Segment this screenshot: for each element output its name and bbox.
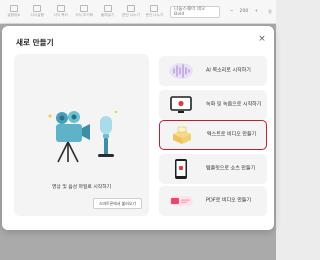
toolbar-item[interactable]: 서식 초기화	[74, 2, 93, 22]
toolbar-item[interactable]: 실행취소	[4, 2, 23, 22]
media-file-label: 영상 및 음성 파일로 시작하기	[51, 185, 112, 190]
font-select[interactable]: 나눔스퀘어 네오 Bold	[170, 5, 220, 18]
undo-icon	[9, 5, 18, 12]
option-label: 텍스트로 비디오 만들기	[207, 131, 257, 138]
option-record[interactable]: 녹화 및 녹음으로 시작하기	[159, 90, 267, 120]
paste-icon	[103, 5, 112, 12]
option-label: 녹화 및 녹음으로 시작하기	[206, 101, 262, 108]
phone-template-icon	[167, 157, 195, 181]
monitor-record-icon	[167, 93, 195, 117]
toolbar-item[interactable]: 서식 복사	[51, 2, 70, 22]
option-ai-voice[interactable]: AI 목소리로 시작하기	[159, 56, 267, 86]
dialog-title: 새로 만들기	[16, 38, 54, 47]
toolbar-item[interactable]: 문단 나누기	[121, 2, 140, 22]
close-icon: ×	[258, 34, 266, 44]
option-label: 템플릿으로 쇼츠 만들기	[206, 165, 256, 172]
import-from-phone-button[interactable]: 스마트폰에서 불러오기	[92, 198, 142, 209]
paint-icon	[80, 5, 89, 12]
option-label: PDF로 비디오 만들기	[206, 197, 252, 204]
pdf-icon	[167, 189, 195, 213]
editor-toolbar: 실행취소 다시실행 서식 복사 서식 초기화 붙여넣기 문단 나누기 문단 나누…	[0, 0, 276, 24]
voice-wave-icon	[167, 59, 195, 83]
toolbar-item[interactable]: 붙여넣기	[98, 2, 117, 22]
option-pdf[interactable]: PDF로 비디오 만들기	[159, 186, 267, 216]
option-text-to-video[interactable]: 텍스트로 비디오 만들기	[159, 120, 267, 150]
toolbar-item[interactable]: 다시실행	[27, 2, 46, 22]
toolbar-item[interactable]: 문단 나누기	[145, 2, 164, 22]
media-file-card[interactable]: 영상 및 음성 파일로 시작하기 스마트폰에서 불러오기	[14, 54, 149, 216]
font-size-control[interactable]: −200 +	[227, 9, 262, 14]
new-project-dialog: 새로 만들기 × 영상 및 음성 파일로 시작하기 스마트폰에서 불러오기 AI…	[2, 26, 274, 230]
minus-icon[interactable]: −	[230, 9, 234, 14]
merge-icon	[150, 5, 159, 12]
close-button[interactable]: ×	[256, 33, 268, 45]
option-template-shorts[interactable]: 템플릿으로 쇼츠 만들기	[159, 154, 267, 184]
text-to-video-icon	[168, 124, 196, 148]
plus-icon[interactable]: +	[254, 9, 258, 14]
camera-microphone-icon	[48, 110, 118, 163]
toolbar-extra[interactable]: 용	[268, 9, 272, 15]
redo-icon	[33, 5, 42, 12]
copy-icon	[56, 5, 65, 12]
list-icon	[126, 5, 135, 12]
option-label: AI 목소리로 시작하기	[206, 67, 251, 74]
